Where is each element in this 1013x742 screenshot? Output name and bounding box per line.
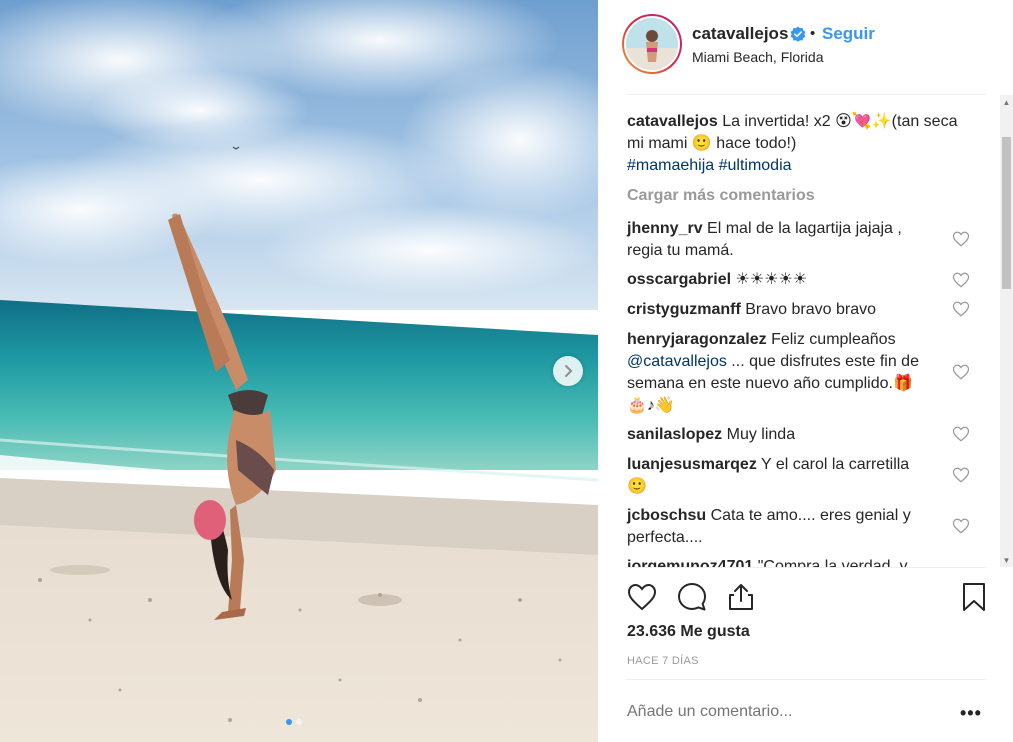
comment-text: Muy linda [726,426,796,443]
more-options-button[interactable]: ••• [960,703,982,724]
next-photo-button[interactable] [553,356,583,386]
heart-icon[interactable] [626,581,658,613]
post-username[interactable]: catavallejos [692,24,788,44]
scrollbar-thumb[interactable] [1002,137,1011,289]
beach-handstand-image [0,0,598,742]
bookmark-icon[interactable] [958,581,990,613]
comment-like-heart-icon[interactable] [952,425,970,443]
comment-item: jcboschsu Cata te amo.... eres genial y … [627,505,927,549]
verified-badge-icon [790,26,806,42]
comment-username[interactable]: cristyguzmanff [627,301,741,318]
carousel-dot [296,719,302,725]
scroll-up-arrow-icon[interactable]: ▲ [1000,95,1013,109]
post-caption: catavallejos La invertida! x2 😵💘✨(tan se… [627,111,972,177]
comment-text: Bravo bravo bravo [745,301,876,318]
comment-username[interactable]: osscargabriel [627,271,731,288]
post-photo[interactable] [0,0,598,742]
comments-scrollbar[interactable]: ▲ ▼ [1000,95,1013,567]
comment-item: jorgemunoz4701 "Compra la verdad, y [627,556,947,567]
comment-like-heart-icon[interactable] [952,517,970,535]
comment-item: cristyguzmanff Bravo bravo bravo [627,299,927,321]
comment-item: osscargabriel ☀☀☀☀☀ [627,269,927,291]
comment-item: sanilaslopez Muy linda [627,424,927,446]
load-more-comments-button[interactable]: Cargar más comentarios [627,187,815,205]
comments-section: catavallejos La invertida! x2 😵💘✨(tan se… [598,95,1013,567]
comment-text: ☀☀☀☀☀ [735,271,808,288]
profile-picture [626,18,678,70]
comment-item: luanjesusmarqez Y el carol la carretilla… [627,454,927,498]
comment-like-heart-icon[interactable] [952,230,970,248]
actions-divider [626,567,986,568]
caption-username[interactable]: catavallejos [627,113,718,130]
follow-button[interactable]: Seguir [822,24,875,44]
post-header: catavallejos • Seguir Miami Beach, Flori… [598,0,1013,95]
post-sidebar: catavallejos • Seguir Miami Beach, Flori… [598,0,1013,742]
post-actions [598,575,1013,620]
comment-username[interactable]: jcboschsu [627,507,706,524]
chevron-right-icon [565,365,573,377]
comment-text: Feliz cumpleaños [771,331,896,348]
comment-like-heart-icon[interactable] [952,271,970,289]
comment-item: jhenny_rv El mal de la lagartija jajaja … [627,218,927,262]
comment-username[interactable]: sanilaslopez [627,426,722,443]
comment-username[interactable]: jorgemunoz4701 [627,558,753,567]
comment-bubble-icon[interactable] [676,581,708,613]
comment-like-heart-icon[interactable] [952,363,970,381]
comment-text: "Compra la verdad, y [757,558,908,567]
scroll-down-arrow-icon[interactable]: ▼ [1000,553,1013,567]
share-icon[interactable] [725,581,757,613]
comment-username[interactable]: jhenny_rv [627,220,703,237]
carousel-dot-active [286,719,292,725]
likes-count[interactable]: 23.636 Me gusta [627,623,750,641]
avatar[interactable] [622,14,682,74]
comment-username[interactable]: luanjesusmarqez [627,456,757,473]
post-timestamp[interactable]: HACE 7 DÍAS [627,655,699,667]
comment-item: henryjaragonzalez Feliz cumpleaños @cata… [627,329,927,417]
add-comment-input[interactable] [627,703,947,721]
comment-like-heart-icon[interactable] [952,300,970,318]
separator-dot: • [810,25,816,42]
carousel-indicator [286,719,302,725]
caption-hashtags[interactable]: #mamaehija #ultimodia [627,157,792,174]
comment-username[interactable]: henryjaragonzalez [627,331,767,348]
comment-like-heart-icon[interactable] [952,466,970,484]
comment-mention[interactable]: @catavallejos [627,353,727,370]
footer-divider [626,679,986,680]
post-location[interactable]: Miami Beach, Florida [692,49,824,65]
